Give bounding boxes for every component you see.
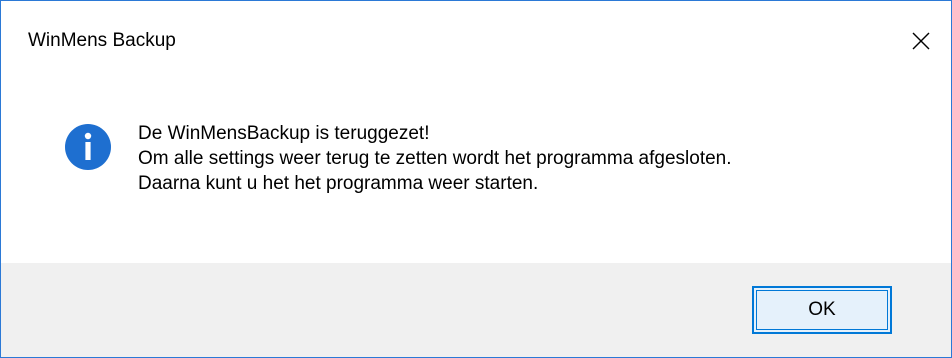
close-icon (912, 32, 930, 50)
info-icon (64, 123, 112, 171)
message-line-2: Om alle settings weer terug te zetten wo… (138, 148, 732, 169)
message-dialog: WinMens Backup De WinMensBackup is terug… (0, 0, 952, 358)
close-button[interactable] (891, 1, 951, 81)
button-bar: OK (1, 263, 951, 357)
message-text: De WinMensBackup is teruggezet! Om alle … (138, 121, 732, 196)
window-title: WinMens Backup (28, 30, 176, 51)
message-line-1: De WinMensBackup is teruggezet! (138, 123, 430, 144)
message-line-3: Daarna kunt u het het programma weer sta… (138, 173, 539, 194)
ok-button[interactable]: OK (752, 286, 892, 334)
title-bar[interactable]: WinMens Backup (1, 1, 951, 83)
message-area: De WinMensBackup is teruggezet! Om alle … (1, 83, 951, 263)
